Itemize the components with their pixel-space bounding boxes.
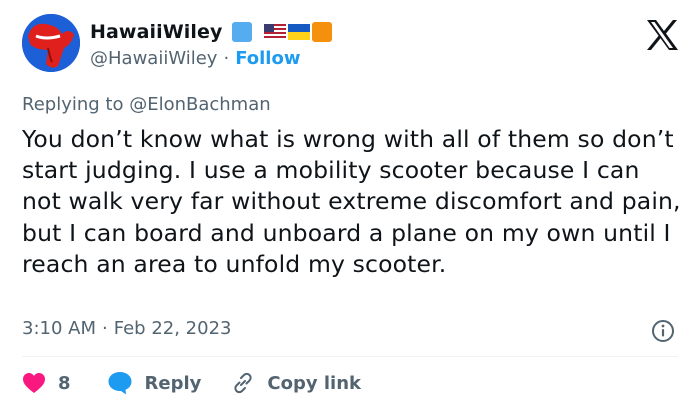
action-bar: 8 Reply Copy link [22,368,361,398]
blue-square-icon [232,22,253,42]
name-row: HawaiiWiley [90,18,333,46]
handle-row: @HawaiiWiley · Follow [90,48,300,69]
divider [22,356,678,357]
orange-square-icon [312,22,333,42]
heart-icon [23,373,45,393]
us-flag-icon [264,24,287,40]
link-icon [234,372,253,394]
avatar[interactable] [22,14,80,72]
replying-to-label: Replying to @ElonBachman [22,94,271,115]
tweet-date: Feb 22, 2023 [113,318,232,339]
reply-button[interactable]: Reply [107,371,202,395]
like-count: 8 [58,372,71,394]
info-icon[interactable] [651,319,675,343]
x-logo-icon[interactable] [646,20,678,50]
copy-link-button[interactable]: Copy link [231,371,361,395]
separator-dot: · [223,48,230,69]
tweet-text: You don’t know what is wrong with all of… [22,125,681,278]
like-button[interactable]: 8 [22,372,71,394]
timestamp[interactable]: 3:10 AM · Feb 22, 2023 [22,318,231,339]
meta-separator: · [102,318,108,339]
copy-link-label: Copy link [267,372,361,394]
reply-label: Reply [144,372,202,394]
handle[interactable]: @HawaiiWiley [90,48,217,69]
display-name[interactable]: HawaiiWiley [90,21,222,43]
follow-button[interactable]: Follow [235,48,300,69]
speech-bubble-icon [108,372,132,395]
tweet-time: 3:10 AM [22,318,96,339]
ukraine-flag-icon [288,24,311,40]
tweet-card: HawaiiWiley @HawaiiWiley · Follow Replyi… [0,0,700,410]
tongue-logo-icon [22,14,80,72]
